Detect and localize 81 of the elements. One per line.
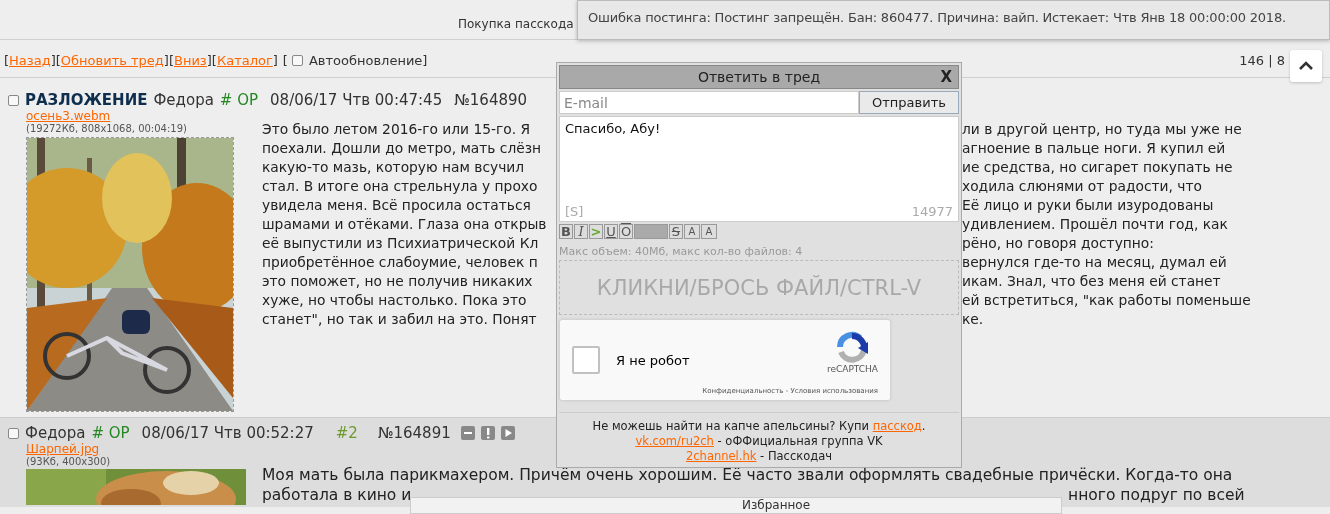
poster-name: Федора bbox=[153, 91, 214, 109]
chars-left: 14977 bbox=[911, 204, 953, 219]
dialog-title: Ответить в тред bbox=[697, 69, 821, 85]
post-text: какую-то мазь, которую нам всучил bbox=[262, 158, 526, 177]
bold-button[interactable]: B bbox=[559, 224, 573, 239]
superscript-button[interactable]: A bbox=[684, 224, 700, 239]
email-field[interactable]: E-mail bbox=[559, 91, 859, 114]
bracket-text: ] bbox=[50, 52, 56, 68]
report-icon[interactable] bbox=[480, 426, 495, 440]
post-text: её выпустили из Психиатрической Кл bbox=[262, 234, 540, 253]
poster-name: Федора bbox=[25, 424, 86, 442]
favorites-title[interactable]: Избранное bbox=[741, 498, 811, 513]
checkbox[interactable] bbox=[572, 346, 600, 374]
post-index: #2 bbox=[335, 424, 358, 442]
post-text: приобретённое слабоумие, человек п bbox=[262, 253, 539, 272]
upload-limits: Макс объем: 40Мб, макс кол-во файлов: 4 bbox=[559, 245, 804, 258]
post-text: шрамами и отёками. Глаза она открыв bbox=[262, 215, 548, 234]
footer-text: - оФФициальная группа VK bbox=[716, 434, 883, 448]
scroll-up-button[interactable] bbox=[1290, 50, 1322, 82]
post-counter: 146 | 8 bbox=[1239, 52, 1285, 68]
bracket-text: [ bbox=[55, 52, 61, 68]
post-text: ходила слюнями от радости, что bbox=[962, 177, 1202, 196]
overline-button[interactable]: O bbox=[619, 224, 633, 239]
message-field[interactable]: Спасибо, Абу! [S] 14977 bbox=[559, 116, 959, 222]
post-text: работала в кино и bbox=[262, 485, 413, 505]
post-text: Её лицо и руки были изуродованы bbox=[962, 196, 1214, 215]
bracket-text: ] bbox=[206, 52, 212, 68]
passcode-notice: Покупка пасскода bbox=[458, 17, 574, 31]
post-text: удивлением. Прошёл почти год, как bbox=[962, 215, 1228, 234]
checkbox[interactable] bbox=[8, 94, 19, 106]
subscript-button[interactable]: A bbox=[701, 224, 717, 239]
post-text: стал. В итоге она стрельнула у прохо bbox=[262, 177, 539, 196]
error-message: Ошибка постинга: Постинг запрещён. Бан: 860477. Причина: вайп. Истекает: Чтв Янв 18 00:00:00 2018. bbox=[588, 10, 1286, 25]
post-text: нного подруг по всей bbox=[1068, 485, 1245, 505]
bracket-text: [ bbox=[282, 52, 288, 68]
post-text: агноение в пальце ноги. Я купил ей bbox=[962, 139, 1226, 158]
post-text: это поможет, но не получив никаких bbox=[262, 272, 534, 291]
hide-icon[interactable] bbox=[460, 426, 475, 440]
bracket-text: ] bbox=[163, 52, 169, 68]
post-text: хуже, но чтобы настолько. Пока это bbox=[262, 291, 528, 310]
file-info: (93Кб, 400x300) bbox=[26, 456, 112, 468]
footer-text: Не можешь найти на капче апельсины? Купи bbox=[592, 419, 870, 433]
file-info: (19272Кб, 808x1068, 00:04:19) bbox=[26, 123, 188, 135]
post-text: поехали. Дошли до метро, мать слёзн bbox=[262, 139, 543, 158]
bracket-text: [ bbox=[4, 52, 10, 68]
post-text: ке. bbox=[962, 310, 984, 329]
footer-text: . bbox=[921, 419, 926, 433]
post-number[interactable]: №164890 bbox=[454, 91, 528, 109]
checkbox[interactable] bbox=[291, 54, 303, 66]
post-date: 08/06/17 Чтв 00:47:45 bbox=[270, 91, 443, 109]
captcha-label: Я не робот bbox=[616, 352, 691, 368]
message-text: Спасибо, Абу! bbox=[565, 121, 662, 136]
post-text: Это было летом 2016-го или 15-го. Я bbox=[262, 120, 531, 139]
checkbox[interactable] bbox=[8, 427, 19, 439]
bracket-text: ] bbox=[422, 52, 428, 68]
post-text: ие средства, но сигарет покупать не bbox=[962, 158, 1233, 177]
captcha-brand: reCAPTCHA bbox=[826, 364, 878, 374]
post-text: рёно, но говоря доступно: bbox=[962, 234, 1154, 253]
post-text: вернулся где-то на месяц, думал ей bbox=[962, 253, 1227, 272]
post-text: икам. Знал, что без меня ей станет bbox=[962, 272, 1221, 291]
italic-button[interactable]: I bbox=[574, 224, 588, 239]
post-text: Моя мать была парикмахером. Причём очень хорошим. Её часто звали оформлять свадебные причёски. Когда-то она bbox=[262, 465, 1233, 485]
submit-button[interactable]: Отправить bbox=[859, 91, 959, 114]
close-button[interactable]: X bbox=[940, 68, 952, 86]
post-text: ли в другой центр, но туда мы уже не bbox=[962, 120, 1242, 139]
bracket-text: ] bbox=[272, 52, 278, 68]
strike-button[interactable]: S bbox=[669, 224, 683, 239]
autoupdate-label: Автообновление bbox=[308, 52, 423, 68]
post-text: увидела меня. Всё просила остаться bbox=[262, 196, 532, 215]
post-subject: РАЗЛОЖЕНИЕ bbox=[25, 91, 148, 109]
footer-text: - Пасскодач bbox=[759, 449, 832, 463]
bracket-text: [ bbox=[168, 52, 174, 68]
post-text: ей встретиться, "как работы поменьше bbox=[962, 291, 1251, 310]
underline-button[interactable]: U bbox=[604, 224, 618, 239]
tripcode: # OP bbox=[91, 424, 130, 442]
bracket-text: [ bbox=[211, 52, 217, 68]
post-text: станет", но так и забил на это. Понят bbox=[262, 310, 538, 329]
play-icon[interactable] bbox=[500, 426, 515, 440]
post-number[interactable]: №164891 bbox=[377, 424, 451, 442]
tripcode: # OP bbox=[219, 91, 259, 109]
post-date: 08/06/17 Чтв 00:52:27 bbox=[141, 424, 314, 442]
